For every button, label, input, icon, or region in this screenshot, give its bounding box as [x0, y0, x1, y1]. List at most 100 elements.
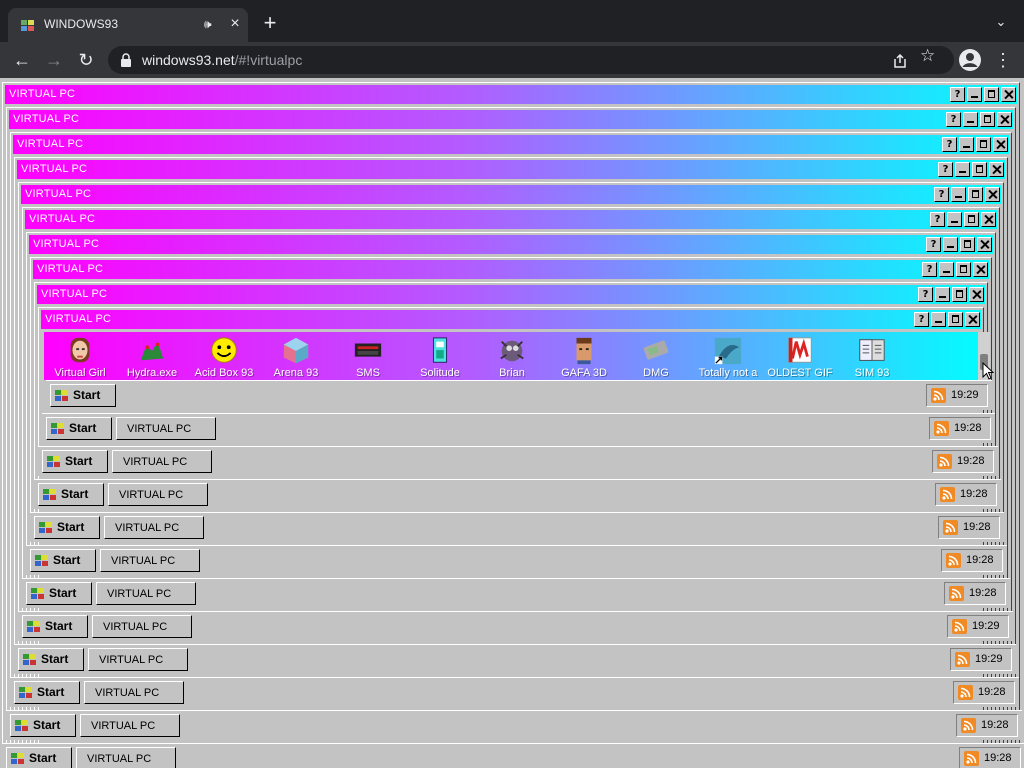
desktop-icon[interactable]: GAFA 3D — [548, 334, 620, 380]
maximize-button[interactable] — [956, 262, 971, 277]
maximize-button[interactable] — [968, 187, 983, 202]
help-button[interactable]: ? — [926, 237, 941, 252]
minimize-button[interactable] — [943, 237, 958, 252]
taskbar-window-button[interactable]: VIRTUAL PC — [108, 483, 208, 506]
address-bar[interactable]: windows93.net/#!virtualpc — [108, 46, 954, 74]
rss-icon[interactable] — [958, 685, 973, 700]
minimize-button[interactable] — [939, 262, 954, 277]
help-button[interactable]: ? — [934, 187, 949, 202]
minimize-button[interactable] — [931, 312, 946, 327]
desktop-icon[interactable]: Brian — [476, 334, 548, 380]
maximize-button[interactable] — [980, 112, 995, 127]
taskbar-window-button[interactable]: VIRTUAL PC — [92, 615, 192, 638]
help-button[interactable]: ? — [922, 262, 937, 277]
bookmark-star-icon[interactable]: ☆ — [920, 46, 935, 66]
more-menu-icon[interactable]: ⋮ — [994, 48, 1012, 72]
close-button[interactable] — [997, 112, 1012, 127]
start-button[interactable]: Start — [14, 681, 80, 704]
window-title-bar[interactable]: VIRTUAL PC? — [9, 110, 1013, 129]
taskbar-window-button[interactable]: VIRTUAL PC — [112, 450, 212, 473]
help-button[interactable]: ? — [946, 112, 961, 127]
close-button[interactable] — [977, 237, 992, 252]
rss-icon[interactable] — [961, 718, 976, 733]
desktop-icon[interactable]: Hydra.exe — [116, 334, 188, 380]
taskbar-window-button[interactable]: VIRTUAL PC — [80, 714, 180, 737]
desktop-icon[interactable]: SMS — [332, 334, 404, 380]
reload-icon[interactable]: ↻ — [74, 48, 98, 72]
rss-icon[interactable] — [937, 454, 952, 469]
desktop-icon[interactable]: Solitude — [404, 334, 476, 380]
close-button[interactable] — [1001, 87, 1016, 102]
start-button[interactable]: Start — [50, 384, 116, 407]
forward-arrow-icon[interactable]: → — [42, 48, 66, 72]
maximize-button[interactable] — [972, 162, 987, 177]
minimize-button[interactable] — [935, 287, 950, 302]
share-icon[interactable] — [892, 54, 908, 68]
minimize-button[interactable] — [951, 187, 966, 202]
minimize-button[interactable] — [967, 87, 982, 102]
taskbar-window-button[interactable]: VIRTUAL PC — [104, 516, 204, 539]
close-button[interactable] — [989, 162, 1004, 177]
help-button[interactable]: ? — [938, 162, 953, 177]
window-title-bar[interactable]: VIRTUAL PC? — [29, 235, 993, 254]
window-title-bar[interactable]: VIRTUAL PC? — [41, 310, 981, 329]
desktop-icon[interactable]: OLDEST GIF — [764, 334, 836, 380]
start-button[interactable]: Start — [34, 516, 100, 539]
rss-icon[interactable] — [952, 619, 967, 634]
maximize-button[interactable] — [984, 87, 999, 102]
minimize-button[interactable] — [959, 137, 974, 152]
close-icon[interactable]: × — [226, 15, 244, 33]
start-button[interactable]: Start — [42, 450, 108, 473]
start-button[interactable]: Start — [10, 714, 76, 737]
help-button[interactable]: ? — [942, 137, 957, 152]
close-button[interactable] — [993, 137, 1008, 152]
taskbar-window-button[interactable]: VIRTUAL PC — [100, 549, 200, 572]
help-button[interactable]: ? — [918, 287, 933, 302]
desktop-icon[interactable]: Totally not a — [692, 334, 764, 380]
taskbar-window-button[interactable]: VIRTUAL PC — [84, 681, 184, 704]
desktop-icon[interactable]: Acid Box 93 — [188, 334, 260, 380]
desktop-icon[interactable]: Virtual Girl — [44, 334, 116, 380]
help-button[interactable]: ? — [914, 312, 929, 327]
back-arrow-icon[interactable]: ← — [10, 48, 34, 72]
rss-icon[interactable] — [949, 586, 964, 601]
rss-icon[interactable] — [943, 520, 958, 535]
profile-icon[interactable] — [958, 48, 982, 72]
start-button[interactable]: Start — [22, 615, 88, 638]
rss-icon[interactable] — [964, 751, 979, 766]
chevron-down-icon[interactable]: ⌄ — [990, 14, 1012, 34]
rss-icon[interactable] — [934, 421, 949, 436]
rss-icon[interactable] — [931, 388, 946, 403]
close-button[interactable] — [985, 187, 1000, 202]
maximize-button[interactable] — [964, 212, 979, 227]
window-title-bar[interactable]: VIRTUAL PC? — [13, 135, 1009, 154]
taskbar-window-button[interactable]: VIRTUAL PC — [116, 417, 216, 440]
help-button[interactable]: ? — [930, 212, 945, 227]
desktop-icon[interactable]: Arena 93 — [260, 334, 332, 380]
rss-icon[interactable] — [940, 487, 955, 502]
window-title-bar[interactable]: VIRTUAL PC? — [21, 185, 1001, 204]
close-button[interactable] — [965, 312, 980, 327]
window-title-bar[interactable]: VIRTUAL PC? — [5, 85, 1017, 104]
desktop-icon[interactable]: SIM 93 — [836, 334, 908, 380]
help-button[interactable]: ? — [950, 87, 965, 102]
taskbar-window-button[interactable]: VIRTUAL PC — [96, 582, 196, 605]
window-title-bar[interactable]: VIRTUAL PC? — [25, 210, 997, 229]
desktop-icon[interactable]: DMG — [620, 334, 692, 380]
minimize-button[interactable] — [963, 112, 978, 127]
window-title-bar[interactable]: VIRTUAL PC? — [33, 260, 989, 279]
minimize-button[interactable] — [955, 162, 970, 177]
maximize-button[interactable] — [952, 287, 967, 302]
plus-icon[interactable]: + — [258, 12, 282, 36]
start-button[interactable]: Start — [18, 648, 84, 671]
rss-icon[interactable] — [955, 652, 970, 667]
browser-tab[interactable]: WINDOWS93 🕪 × — [8, 8, 248, 42]
rss-icon[interactable] — [946, 553, 961, 568]
window-title-bar[interactable]: VIRTUAL PC? — [17, 160, 1005, 179]
taskbar-window-button[interactable]: VIRTUAL PC — [88, 648, 188, 671]
close-button[interactable] — [973, 262, 988, 277]
close-button[interactable] — [981, 212, 996, 227]
maximize-button[interactable] — [976, 137, 991, 152]
maximize-button[interactable] — [948, 312, 963, 327]
minimize-button[interactable] — [947, 212, 962, 227]
